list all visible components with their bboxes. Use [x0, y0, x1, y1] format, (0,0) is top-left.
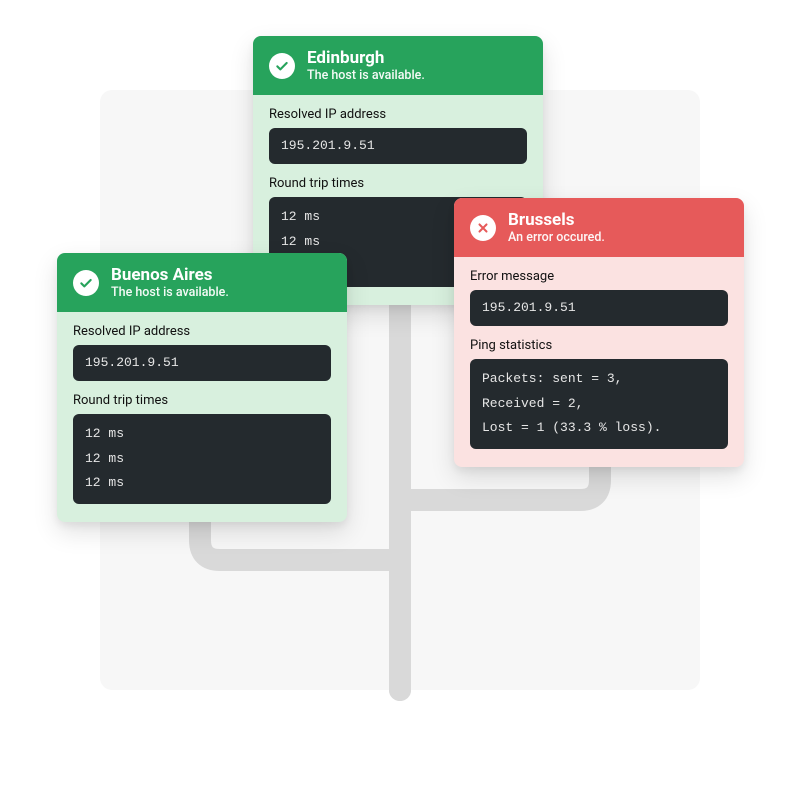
- card-header: Edinburgh The host is available.: [253, 36, 543, 95]
- card-subtitle: An error occured.: [508, 230, 605, 245]
- card-subtitle: The host is available.: [307, 68, 425, 83]
- rtt-label: Round trip times: [73, 393, 331, 408]
- ip-value: 195.201.9.51: [269, 128, 527, 164]
- card-title: Brussels: [508, 210, 605, 230]
- ip-value: 195.201.9.51: [73, 345, 331, 381]
- check-icon: [73, 270, 99, 296]
- card-header: Buenos Aires The host is available.: [57, 253, 347, 312]
- card-body: Resolved IP address 195.201.9.51 Round t…: [57, 312, 347, 522]
- error-value: 195.201.9.51: [470, 290, 728, 326]
- card-header: Brussels An error occured.: [454, 198, 744, 257]
- card-subtitle: The host is available.: [111, 285, 229, 300]
- card-title: Buenos Aires: [111, 265, 229, 285]
- stats-label: Ping statistics: [470, 338, 728, 353]
- rtt-label: Round trip times: [269, 176, 527, 191]
- ip-label: Resolved IP address: [269, 107, 527, 122]
- card-body: Error message 195.201.9.51 Ping statisti…: [454, 257, 744, 467]
- error-label: Error message: [470, 269, 728, 284]
- check-icon: [269, 53, 295, 79]
- stats-values: Packets: sent = 3, Received = 2, Lost = …: [470, 359, 728, 449]
- card-title: Edinburgh: [307, 48, 425, 68]
- ip-label: Resolved IP address: [73, 324, 331, 339]
- rtt-values: 12 ms 12 ms 12 ms: [73, 414, 331, 504]
- card-brussels: Brussels An error occured. Error message…: [454, 198, 744, 467]
- card-buenos-aires: Buenos Aires The host is available. Reso…: [57, 253, 347, 522]
- error-icon: [470, 215, 496, 241]
